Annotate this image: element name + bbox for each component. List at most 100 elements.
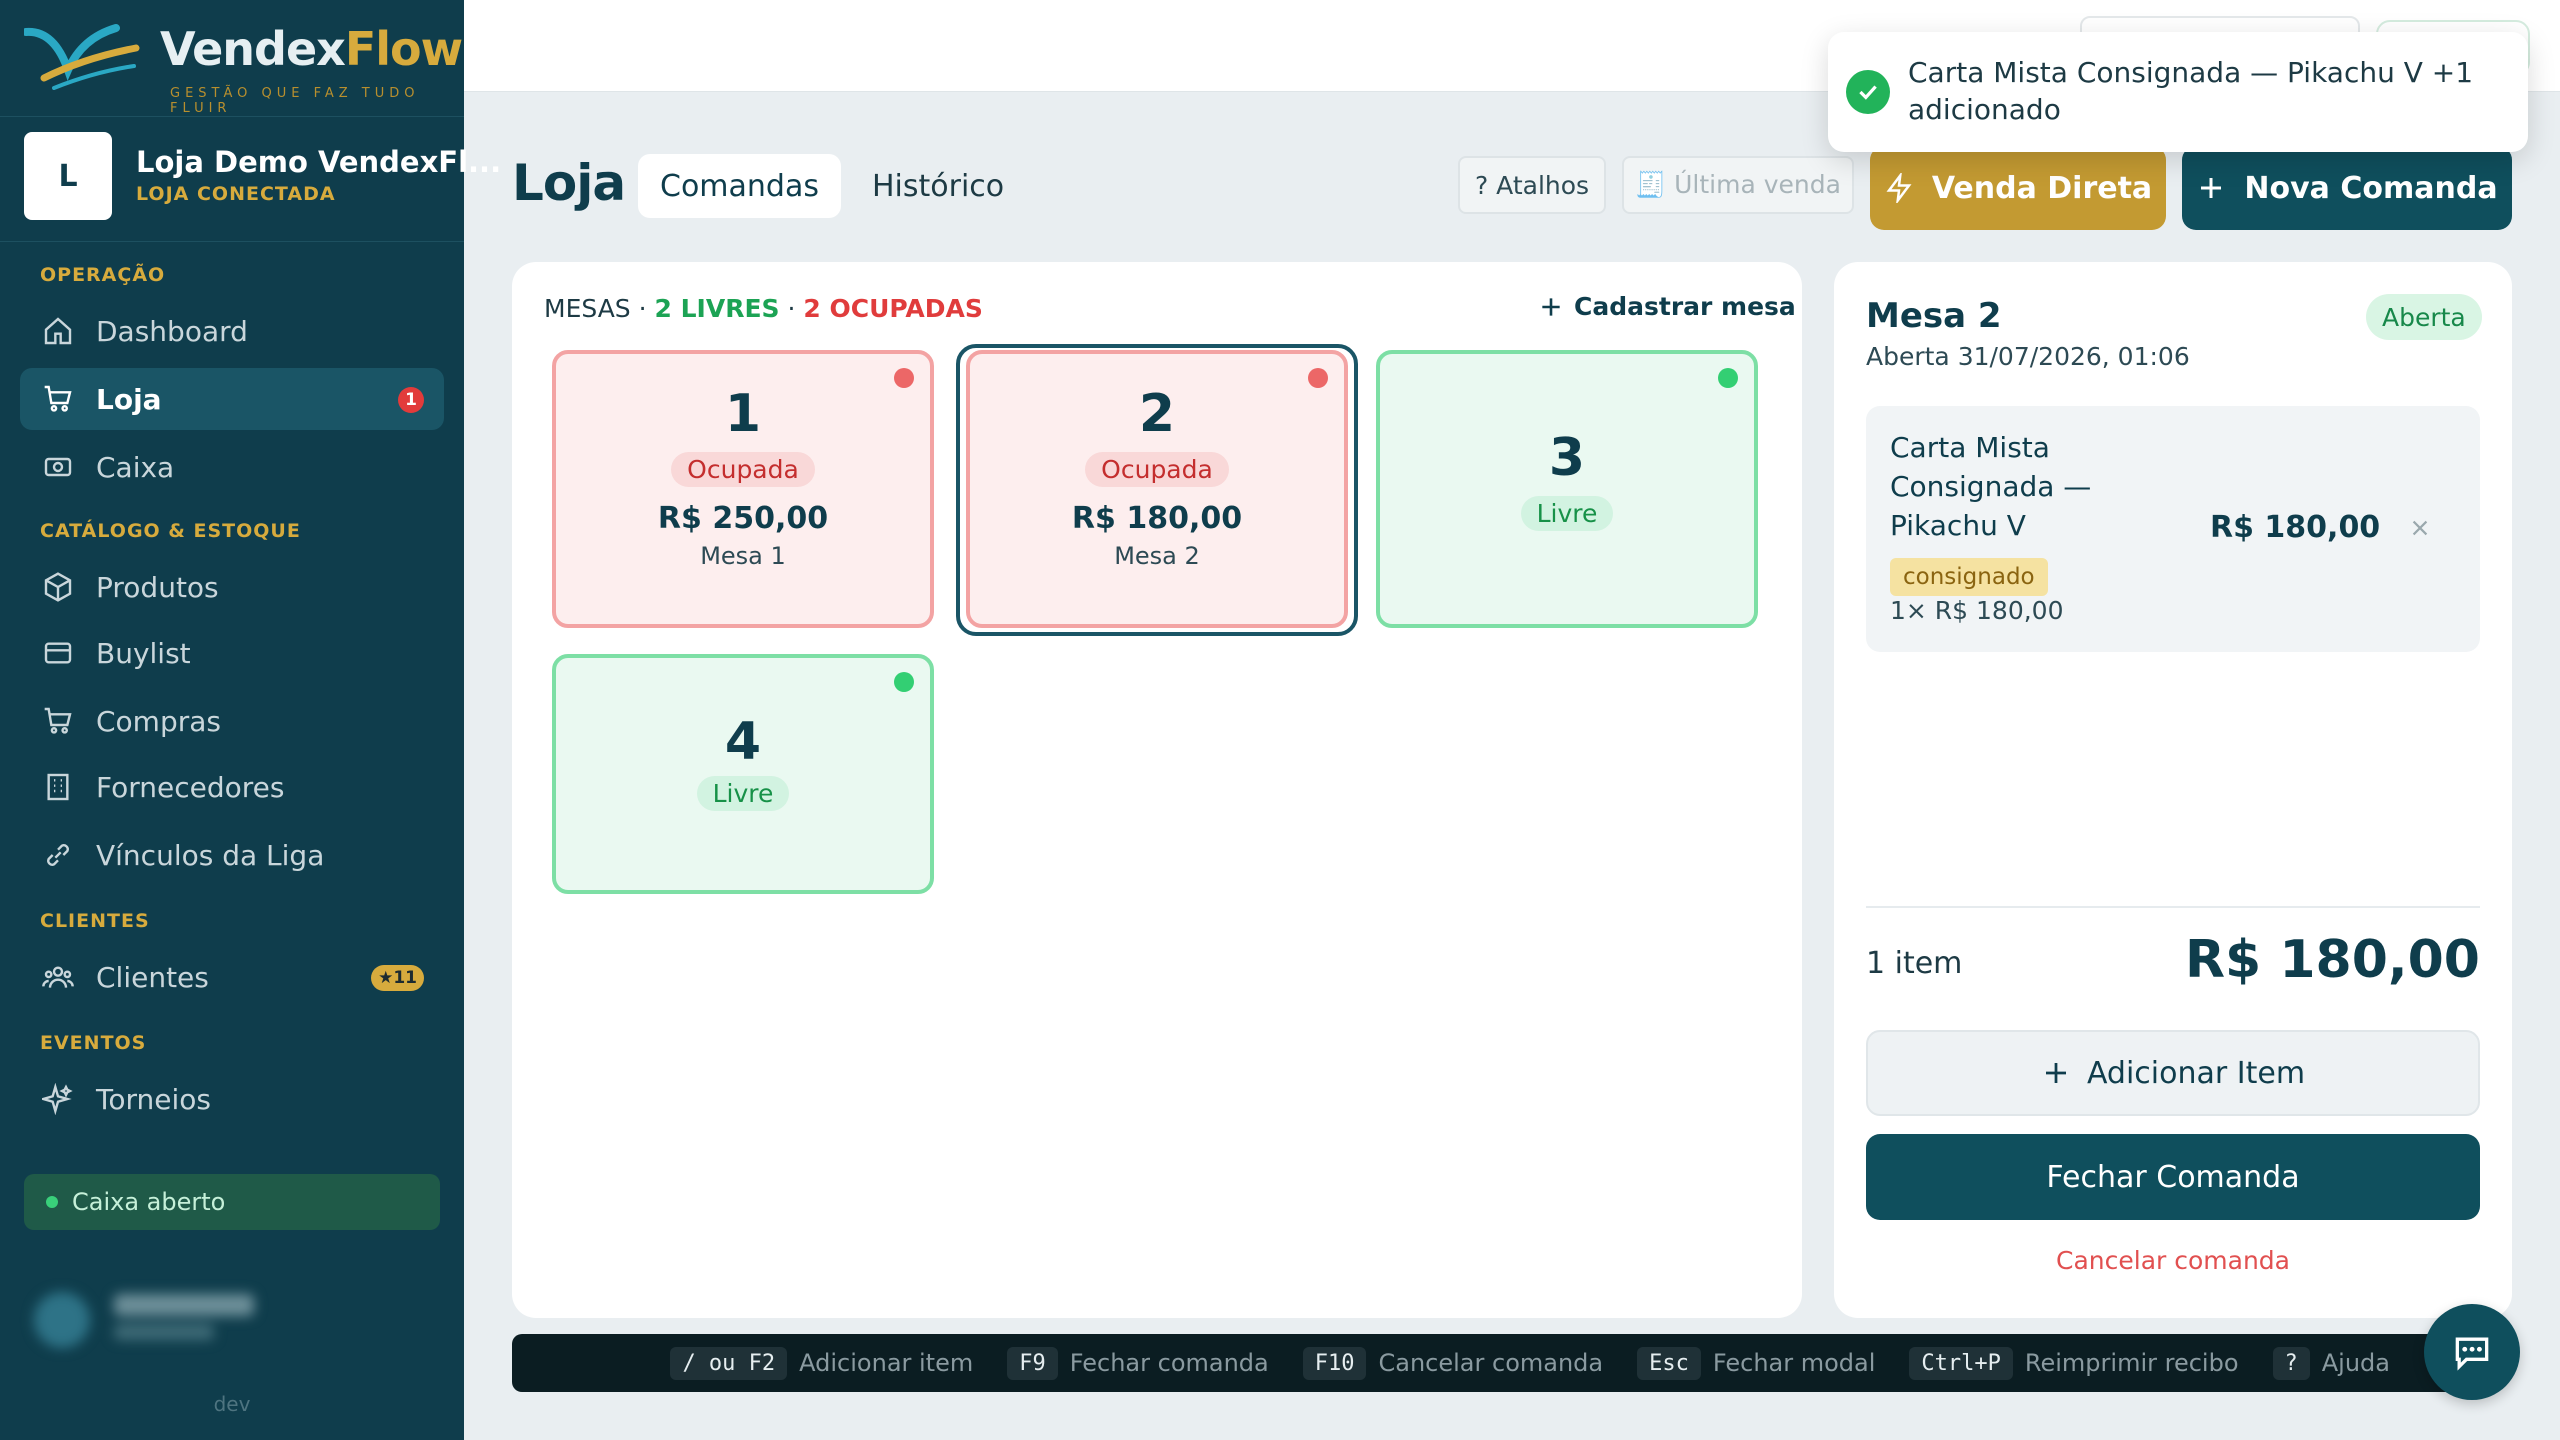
shortcut-label: Reimprimir recibo xyxy=(2024,1349,2239,1377)
store-card[interactable]: L Loja Demo VendexFl... LOJA CONECTADA xyxy=(0,116,501,242)
order-item: Carta Mista Consignada — Pikachu V consi… xyxy=(1866,406,2480,652)
table-status-badge: Ocupada xyxy=(671,452,815,487)
sidebar-item-caixa[interactable]: Caixa xyxy=(20,436,444,498)
users-icon xyxy=(40,959,76,995)
shortcut-label: Fechar comanda xyxy=(1069,1349,1269,1377)
nav-section-operacao: OPERAÇÃO xyxy=(40,264,166,286)
order-title: Mesa 2 xyxy=(1866,296,2002,336)
sidebar-item-label: Fornecedores xyxy=(96,770,285,804)
sidebar-item-dashboard[interactable]: Dashboard xyxy=(20,300,444,362)
direct-sale-button[interactable]: Venda Direta xyxy=(1870,146,2166,230)
shortcut-key: / ou F2 xyxy=(670,1346,788,1380)
add-item-button[interactable]: Adicionar Item xyxy=(1866,1030,2480,1116)
sidebar-item-clientes[interactable]: Clientes ★11 xyxy=(20,946,444,1008)
chat-bubble-icon xyxy=(2450,1330,2494,1374)
sidebar: VendexFlow GESTÃO QUE FAZ TUDO FLUIR L L… xyxy=(0,0,501,1440)
sidebar-item-label: Produtos xyxy=(96,570,219,604)
nav-section-catalogo: CATÁLOGO & ESTOQUE xyxy=(40,520,301,542)
table-number: 4 xyxy=(724,712,762,772)
credit-card-icon xyxy=(40,635,76,671)
sidebar-item-torneios[interactable]: Torneios xyxy=(20,1068,444,1130)
shortcut-key: Ctrl+P xyxy=(1909,1346,2013,1380)
order-total: R$ 180,00 xyxy=(2185,930,2480,990)
shortcut-reprint: Ctrl+P Reimprimir recibo xyxy=(1909,1346,2239,1380)
sidebar-item-fornecedores[interactable]: Fornecedores xyxy=(20,756,444,818)
cancel-order-link[interactable]: Cancelar comanda xyxy=(1866,1246,2480,1275)
shortcut-key: F10 xyxy=(1302,1346,1367,1380)
status-dot xyxy=(1718,368,1738,388)
order-opened-at: Aberta 31/07/2026, 01:06 xyxy=(1866,342,2190,371)
caixa-status[interactable]: Caixa aberto xyxy=(24,1174,440,1230)
close-order-button[interactable]: Fechar Comanda xyxy=(1866,1134,2480,1220)
close-icon xyxy=(2409,517,2431,539)
caixa-status-label: Caixa aberto xyxy=(72,1188,226,1216)
store-status: LOJA CONECTADA xyxy=(136,183,336,205)
new-order-button[interactable]: Nova Comanda xyxy=(2182,146,2512,230)
sidebar-item-produtos[interactable]: Produtos xyxy=(20,556,444,618)
divider xyxy=(1866,906,2480,908)
sidebar-item-buylist[interactable]: Buylist xyxy=(20,622,444,684)
item-count: 1 item xyxy=(1866,946,1963,981)
plus-icon xyxy=(1538,294,1564,320)
lightning-icon xyxy=(1884,173,1914,203)
shortcut-add-item: / ou F2 Adicionar item xyxy=(670,1346,974,1380)
chat-button[interactable] xyxy=(2424,1304,2520,1400)
shortcut-label: Ajuda xyxy=(2321,1349,2390,1377)
consignado-tag: consignado xyxy=(1890,558,2048,596)
sidebar-item-vinculos-liga[interactable]: Vínculos da Liga xyxy=(20,824,444,886)
occupied-count: 2 OCUPADAS xyxy=(803,294,983,323)
nav-section-eventos: EVENTOS xyxy=(40,1032,147,1054)
order-status-badge: Aberta xyxy=(2366,294,2482,340)
nav-section-clientes: CLIENTES xyxy=(40,910,150,932)
sidebar-item-label: Loja xyxy=(96,382,162,416)
shortcut-label: Fechar modal xyxy=(1712,1349,1876,1377)
table-status-badge: Ocupada xyxy=(1085,452,1229,487)
shortcut-close-order: F9 Fechar comanda xyxy=(1007,1346,1269,1380)
shortcut-key: F9 xyxy=(1007,1346,1058,1380)
sidebar-item-label: Caixa xyxy=(96,450,175,484)
table-card-1[interactable]: 1 Ocupada R$ 250,00 Mesa 1 xyxy=(552,350,934,628)
notification-badge: 1 xyxy=(398,387,424,413)
user-profile-blurred[interactable] xyxy=(34,1280,274,1350)
avatar xyxy=(34,1292,90,1348)
shortcut-label: Adicionar item xyxy=(799,1349,974,1377)
env-label: dev xyxy=(213,1392,251,1416)
home-icon xyxy=(40,313,76,349)
shortcuts-button[interactable]: ? Atalhos xyxy=(1458,156,1606,214)
tab-comandas[interactable]: Comandas xyxy=(638,154,841,218)
remove-item-button[interactable] xyxy=(2400,508,2440,548)
cart-icon xyxy=(40,381,76,417)
box-icon xyxy=(40,569,76,605)
table-card-4[interactable]: 4 Livre xyxy=(552,654,934,894)
table-card-2[interactable]: 2 Ocupada R$ 180,00 Mesa 2 xyxy=(966,350,1348,628)
sparkles-icon xyxy=(40,1081,76,1117)
add-table-button[interactable]: Cadastrar mesa xyxy=(1538,292,1796,321)
toast-message: Carta Mista Consignada — Pikachu V +1 ad… xyxy=(1908,56,2474,126)
status-dot xyxy=(1308,368,1328,388)
item-name: Carta Mista Consignada — Pikachu V xyxy=(1890,431,2092,542)
tab-historico[interactable]: Histórico xyxy=(850,154,1026,218)
building-icon xyxy=(40,769,76,805)
table-number: 1 xyxy=(724,384,762,444)
sidebar-item-loja[interactable]: Loja 1 xyxy=(20,368,444,430)
shortcut-label: Cancelar comanda xyxy=(1378,1349,1604,1377)
vendexflow-logo-icon xyxy=(24,24,140,90)
last-sale-button[interactable]: 🧾 Última venda xyxy=(1622,156,1854,214)
keyboard-shortcuts-bar: / ou F2 Adicionar item F9 Fechar comanda F… xyxy=(512,1334,2502,1392)
tables-summary: MESAS · 2 LIVRES · 2 OCUPADAS xyxy=(544,294,983,323)
plus-icon xyxy=(2041,1058,2071,1088)
sidebar-item-compras[interactable]: Compras xyxy=(20,690,444,752)
brand-logo[interactable]: VendexFlow GESTÃO QUE FAZ TUDO FLUIR xyxy=(24,14,463,116)
shortcut-cancel-order: F10 Cancelar comanda xyxy=(1302,1346,1604,1380)
status-dot xyxy=(894,368,914,388)
table-name: Mesa 2 xyxy=(1114,542,1200,570)
sidebar-item-label: Compras xyxy=(96,704,221,738)
table-name: Mesa 1 xyxy=(700,542,786,570)
status-dot xyxy=(894,672,914,692)
table-number: 3 xyxy=(1548,428,1586,488)
plus-icon xyxy=(2196,173,2226,203)
table-card-3[interactable]: 3 Livre xyxy=(1376,350,1758,628)
store-name: Loja Demo VendexFl... xyxy=(136,145,502,179)
link-icon xyxy=(40,837,76,873)
brand-name: VendexFlow xyxy=(160,22,463,76)
